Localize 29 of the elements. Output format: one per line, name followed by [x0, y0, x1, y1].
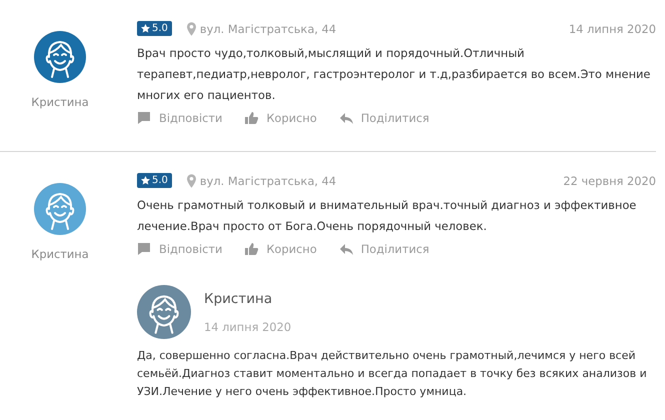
reply-arrow-icon	[338, 242, 354, 256]
author-name: Кристина	[204, 290, 274, 306]
reply-button[interactable]: Відповісти	[137, 242, 222, 256]
rating-value: 5.0	[152, 23, 168, 34]
review-date: 14 липня 2020	[568, 22, 656, 36]
address-text: вул. Магістратська, 44	[200, 174, 336, 188]
review-text: Врач просто чудо,толковый,мыслящий и порядочный.Отличный терапевт,педиатр,невролог, гастроэнтеролог и т.д,разбирается во всем.Это мнение многих его пациентов.	[137, 45, 652, 104]
reply-date: 14 липня 2020	[204, 320, 292, 334]
like-button[interactable]: Корисно	[244, 111, 317, 125]
address-text: вул. Магістратська, 44	[200, 22, 336, 36]
location-pin-icon	[186, 174, 196, 188]
star-icon	[141, 24, 150, 33]
share-button[interactable]: Поділитися	[338, 242, 430, 256]
author-name: Кристина	[31, 95, 89, 109]
reply-arrow-icon	[338, 111, 354, 125]
review-text: Очень грамотный толковый и внимательный врач.точный диагноз и эффективное лечение.Врач просто от Бога.Очень порядочный человек.	[137, 197, 638, 235]
star-icon	[141, 176, 150, 185]
share-button[interactable]: Поділитися	[338, 111, 430, 125]
thumbs-up-icon	[244, 242, 260, 256]
rating-value: 5.0	[152, 175, 168, 186]
like-button[interactable]: Корисно	[244, 242, 317, 256]
location-pin-icon	[186, 22, 196, 36]
author-name: Кристина	[31, 247, 89, 261]
comment-icon	[137, 111, 152, 125]
reply-button[interactable]: Відповісти	[137, 111, 222, 125]
thumbs-up-icon	[244, 111, 260, 125]
reply-text: Да, совершенно согласна.Врач действительно очень грамотный,лечимся у него всей семьёй.Диагноз ставит моментально и всегда попадает в точку без всяких анализов и УЗИ.Лечение у него очень эффективное.Просто умница.	[137, 348, 648, 400]
comment-icon	[137, 242, 152, 256]
review-date: 22 червня 2020	[563, 174, 656, 188]
